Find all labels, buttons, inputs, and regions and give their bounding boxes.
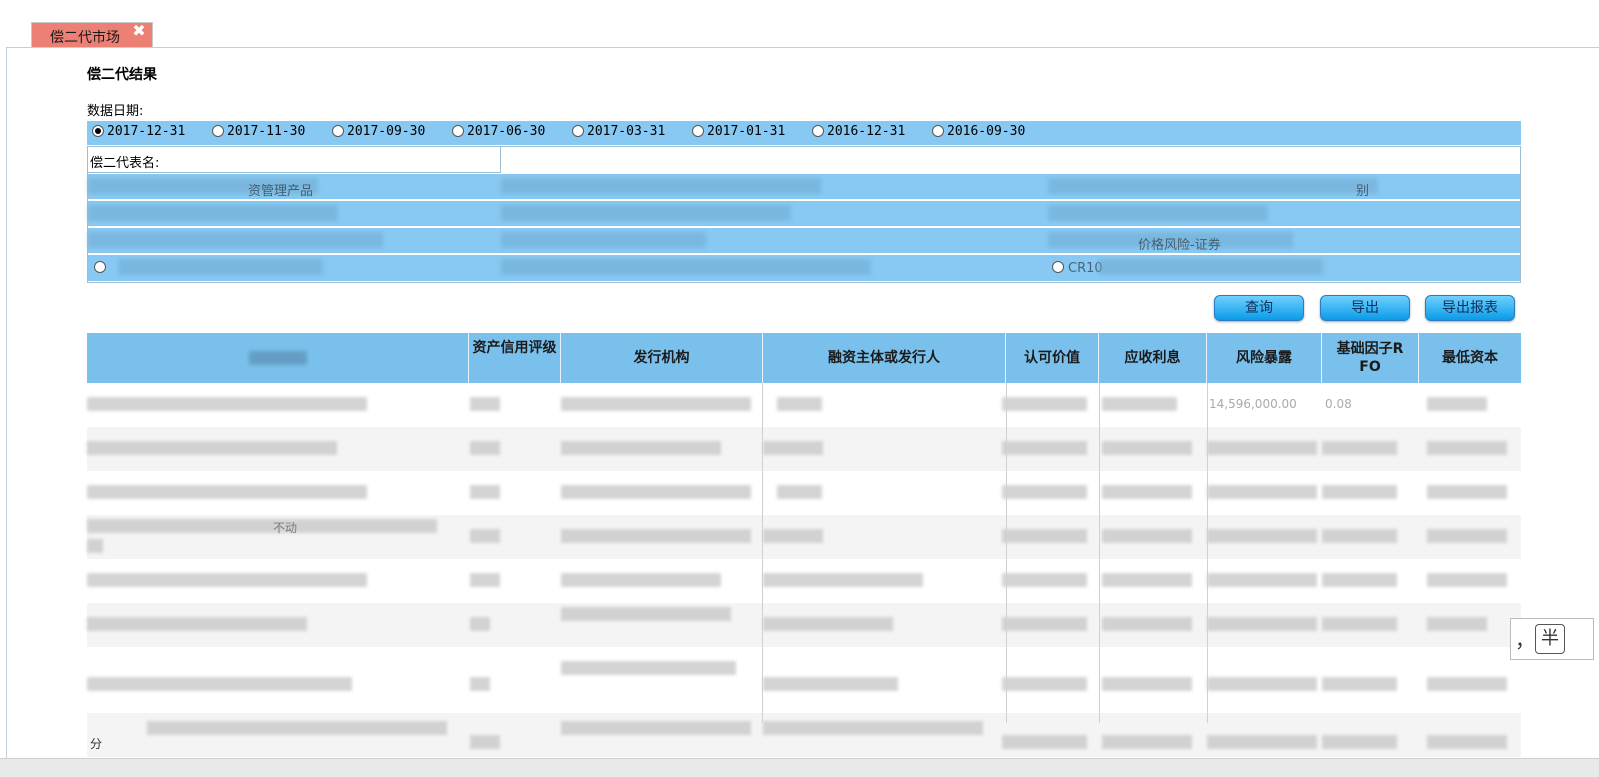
date-option[interactable]: 2017-01-31 (692, 124, 785, 139)
column-header[interactable]: 最低资本 (1419, 333, 1521, 383)
table-row[interactable] (87, 647, 1521, 691)
radio-icon[interactable] (812, 125, 824, 137)
column-header-label: 资产信用评级 (472, 340, 557, 356)
ime-toolbar[interactable]: ， 半 (1510, 618, 1594, 660)
date-option-label: 2017-01-31 (707, 124, 786, 139)
date-option-label: 2017-06-30 (467, 124, 546, 139)
date-option[interactable]: 2016-12-31 (812, 124, 905, 139)
cell-fragment: 分 (90, 737, 103, 751)
date-option-label: 2017-11-30 (227, 124, 306, 139)
table-name-row[interactable]: 价格风险-证券 (88, 228, 1520, 254)
column-header[interactable]: 基础因子RFO (1322, 333, 1419, 383)
date-option[interactable]: 2017-12-31 (92, 124, 185, 139)
radio-selected-icon[interactable] (92, 125, 104, 137)
column-header[interactable]: 认可价值 (1006, 333, 1099, 383)
export-button[interactable]: 导出 (1320, 295, 1410, 321)
column-header[interactable]: 资产信用评级 (469, 333, 561, 383)
date-option-label: 2017-12-31 (107, 124, 186, 139)
cell-fragment: 0.08 (1325, 397, 1352, 411)
column-header-label: 融资主体或发行人 (828, 350, 940, 366)
table-row[interactable] (87, 427, 1521, 471)
section-title: 偿二代结果 (87, 67, 157, 83)
column-header[interactable]: 风险暴露 (1207, 333, 1322, 383)
table-name-fragment: 资管理产品 (248, 184, 314, 199)
radio-icon[interactable] (94, 261, 106, 273)
table-row[interactable] (87, 559, 1521, 603)
date-option[interactable]: 2017-09-30 (332, 124, 425, 139)
column-header-label: 基础因子RFO (1336, 341, 1404, 375)
table-row[interactable]: 不动 (87, 515, 1521, 559)
close-icon[interactable]: ✖ (132, 23, 146, 39)
table-name-fragment: 别 (1356, 184, 1370, 199)
column-header-label: 发行机构 (633, 350, 690, 366)
radio-icon[interactable] (692, 125, 704, 137)
date-option[interactable]: 2017-11-30 (212, 124, 305, 139)
column-divider (762, 383, 763, 723)
radio-icon[interactable] (332, 125, 344, 137)
date-option-label: 2017-09-30 (347, 124, 426, 139)
column-header-label: 认可价值 (1024, 350, 1080, 366)
table-name-label: 偿二代表名: (90, 156, 160, 171)
query-button[interactable]: 查询 (1214, 295, 1304, 321)
cell-fragment: 不动 (273, 521, 298, 535)
horizontal-scrollbar[interactable] (0, 758, 1599, 777)
ime-half-width-icon[interactable]: 半 (1535, 624, 1565, 654)
export-report-button[interactable]: 导出报表 (1425, 295, 1515, 321)
table-name-fragment: 价格风险-证券 (1138, 238, 1221, 253)
table-row[interactable]: 14,596,000.00 0.08 (87, 383, 1521, 427)
column-divider (1099, 383, 1100, 723)
tab-changerdai-market[interactable]: 偿二代市场 ✖ (31, 22, 153, 48)
table-name-row[interactable] (88, 201, 1520, 227)
column-header[interactable]: 应收利息 (1099, 333, 1207, 383)
table-name-label-cell: 偿二代表名: (88, 147, 501, 173)
table-name-selector: 偿二代表名: 资管理产品 别 价格风险-证券 CR10 (87, 146, 1521, 283)
radio-icon[interactable] (932, 125, 944, 137)
table-row[interactable] (87, 471, 1521, 515)
column-divider (1207, 383, 1208, 723)
column-header-label: 最低资本 (1442, 350, 1498, 366)
date-option-label: 2017-03-31 (587, 124, 666, 139)
cell-fragment: 14,596,000.00 (1209, 397, 1297, 411)
results-table-header: 资产信用评级 发行机构 融资主体或发行人 认可价值 应收利息 风险暴露 基础因子… (87, 333, 1521, 383)
column-header[interactable]: 融资主体或发行人 (763, 333, 1006, 383)
results-table-body: 14,596,000.00 0.08 不动 分 (87, 383, 1521, 776)
radio-icon[interactable] (572, 125, 584, 137)
date-radio-group: 2017-12-31 2017-11-30 2017-09-30 2017-06… (87, 121, 1521, 145)
date-label: 数据日期: (87, 104, 144, 119)
column-header-label: 应收利息 (1124, 350, 1181, 366)
date-option[interactable]: 2017-06-30 (452, 124, 545, 139)
radio-icon[interactable] (452, 125, 464, 137)
ime-punctuation-icon[interactable]: ， (1515, 624, 1535, 653)
column-divider (1006, 383, 1007, 723)
table-row[interactable]: 分 (87, 713, 1521, 757)
radio-icon[interactable] (212, 125, 224, 137)
table-name-row[interactable]: CR10 (88, 255, 1520, 282)
column-header[interactable] (87, 333, 469, 383)
table-row[interactable] (87, 603, 1521, 647)
tab-label: 偿二代市场 (50, 30, 120, 46)
date-option[interactable]: 2017-03-31 (572, 124, 665, 139)
radio-icon[interactable] (1052, 261, 1064, 273)
column-header-label: 风险暴露 (1236, 350, 1292, 366)
date-option-label: 2016-12-31 (827, 124, 906, 139)
table-name-row[interactable]: 资管理产品 别 (88, 174, 1520, 200)
date-option-label: 2016-09-30 (947, 124, 1026, 139)
column-header[interactable]: 发行机构 (561, 333, 763, 383)
date-option[interactable]: 2016-09-30 (932, 124, 1025, 139)
